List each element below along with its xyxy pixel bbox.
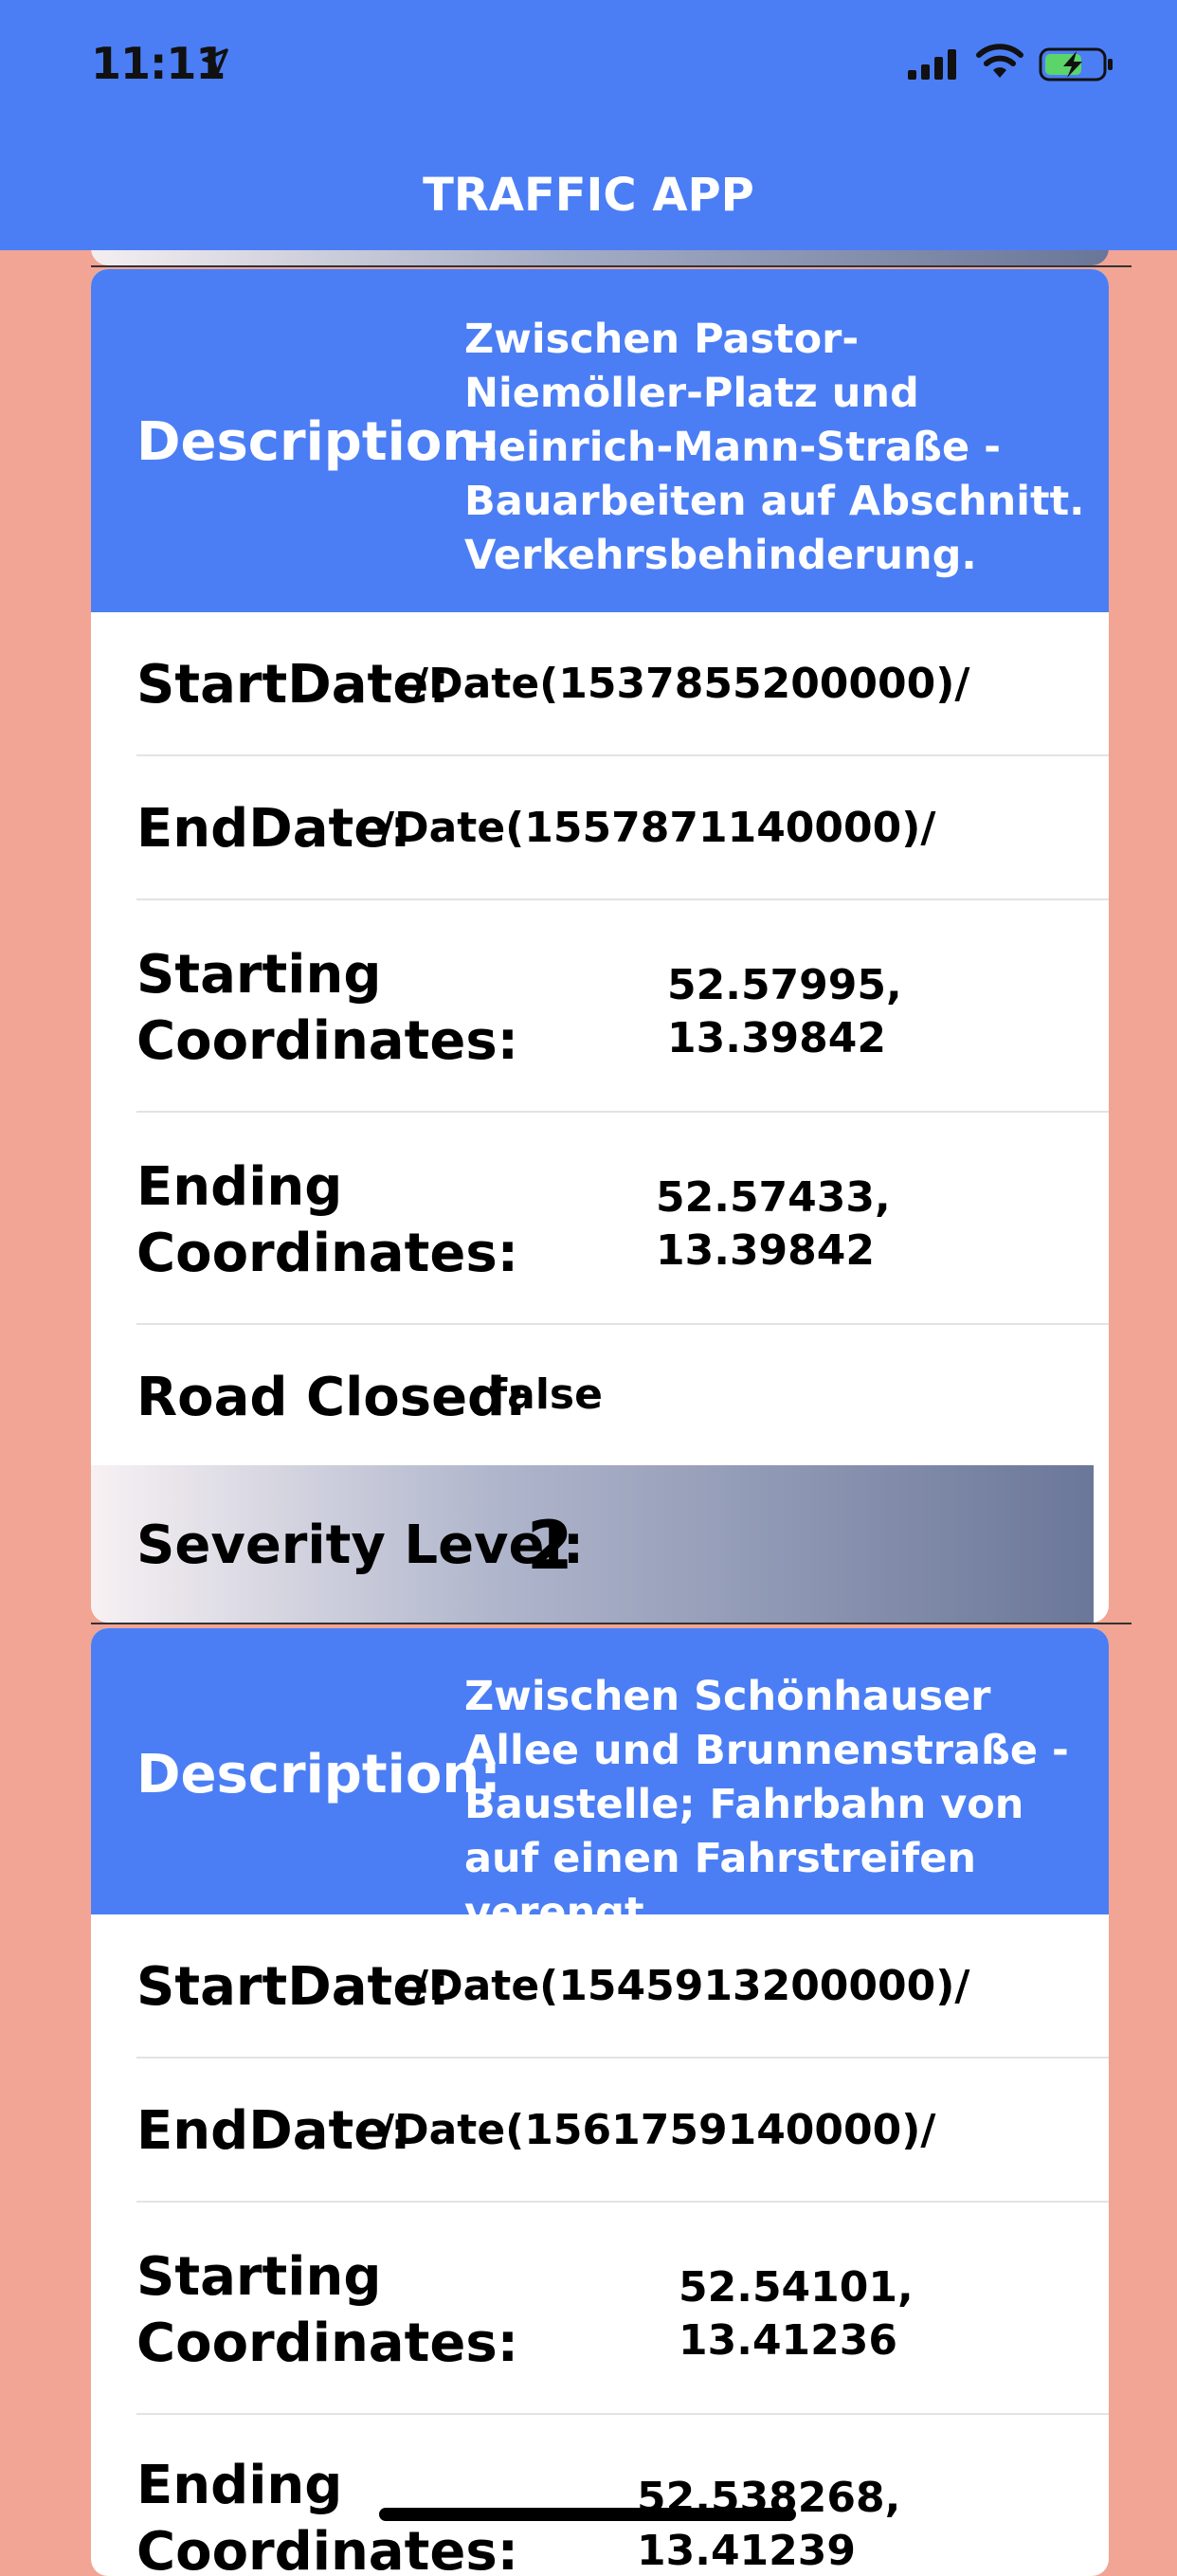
start-date-row: StartDate: /Date(1537855200000)/ xyxy=(136,612,1109,756)
start-date-label: StartDate: xyxy=(136,654,450,716)
description-header: Description: Zwischen Pastor-Niemöller-P… xyxy=(91,269,1109,612)
starting-coordinates-row: Starting Coordinates: 52.54101, 13.41236 xyxy=(136,2203,1109,2415)
location-arrow-icon xyxy=(201,47,229,81)
end-date-value: /Date(1557871140000)/ xyxy=(379,804,936,852)
traffic-item-card[interactable]: Description: Zwischen Schönhauser Allee … xyxy=(91,1628,1109,2576)
ending-coordinates-label: Ending Coordinates: xyxy=(136,1156,519,1284)
wifi-icon xyxy=(976,44,1023,84)
start-date-value: /Date(1545913200000)/ xyxy=(413,1962,970,2010)
traffic-item-card[interactable]: Description: Zwischen Pastor-Niemöller-P… xyxy=(91,269,1109,1623)
road-closed-value: false xyxy=(489,1370,603,1419)
severity-row: Severity Level: 2 xyxy=(91,1465,1094,1623)
home-indicator[interactable] xyxy=(379,2508,796,2521)
end-date-label: EndDate: xyxy=(136,2100,411,2162)
description-label: Description: xyxy=(136,411,501,473)
starting-coordinates-label: Starting Coordinates: xyxy=(136,944,519,1072)
road-closed-label: Road Closed: xyxy=(136,1367,527,1428)
row-separator xyxy=(91,265,1132,267)
end-date-row: EndDate: /Date(1557871140000)/ xyxy=(136,756,1109,900)
status-and-nav-bar: 11:11 TRAFFIC APP xyxy=(0,0,1177,250)
starting-coordinates-label: Starting Coordinates: xyxy=(136,2246,519,2374)
ending-coordinates-value: 52.538268, 13.41239 xyxy=(637,2472,900,2576)
starting-coordinates-value: 52.57995, 13.39842 xyxy=(667,959,902,1065)
starting-lat: 52.54101, xyxy=(679,2263,914,2312)
starting-coordinates-value: 52.54101, 13.41236 xyxy=(679,2261,914,2367)
start-date-value: /Date(1537855200000)/ xyxy=(413,660,970,708)
road-closed-row: Road Closed: false xyxy=(136,1325,1109,1465)
description-header: Description: Zwischen Schönhauser Allee … xyxy=(91,1628,1109,1936)
battery-charging-icon xyxy=(1039,47,1114,86)
starting-lng: 13.39842 xyxy=(667,1014,887,1062)
starting-coordinates-row: Starting Coordinates: 52.57995, 13.39842 xyxy=(136,900,1109,1113)
ending-coordinates-row: Ending Coordinates: 52.538268, 13.41239 xyxy=(136,2415,1109,2576)
starting-lng: 13.41236 xyxy=(679,2316,898,2365)
ending-lat: 52.57433, xyxy=(656,1173,891,1222)
description-label: Description: xyxy=(136,1744,501,1805)
nav-title: TRAFFIC APP xyxy=(423,169,754,222)
severity-level-value: 2 xyxy=(527,1507,573,1585)
cellular-signal-icon xyxy=(908,49,961,84)
start-date-row: StartDate: /Date(1545913200000)/ xyxy=(136,1914,1109,2059)
start-date-label: StartDate: xyxy=(136,1956,450,2018)
end-date-label: EndDate: xyxy=(136,798,411,860)
description-text: Zwischen Schönhauser Allee und Brunnenst… xyxy=(464,1673,1069,1936)
end-date-value: /Date(1561759140000)/ xyxy=(379,2106,936,2154)
ending-coordinates-value: 52.57433, 13.39842 xyxy=(656,1171,891,1278)
end-date-row: EndDate: /Date(1561759140000)/ xyxy=(136,2059,1109,2203)
starting-lat: 52.57995, xyxy=(667,961,902,1009)
ending-coordinates-row: Ending Coordinates: 52.57433, 13.39842 xyxy=(136,1113,1109,1325)
ending-lng: 13.39842 xyxy=(656,1226,876,1275)
row-separator xyxy=(91,1623,1132,1624)
severity-level-label: Severity Level: xyxy=(136,1515,585,1576)
ending-lng: 13.41239 xyxy=(637,2527,857,2575)
description-text: Zwischen Pastor-Niemöller-Platz und Hein… xyxy=(464,316,1085,579)
